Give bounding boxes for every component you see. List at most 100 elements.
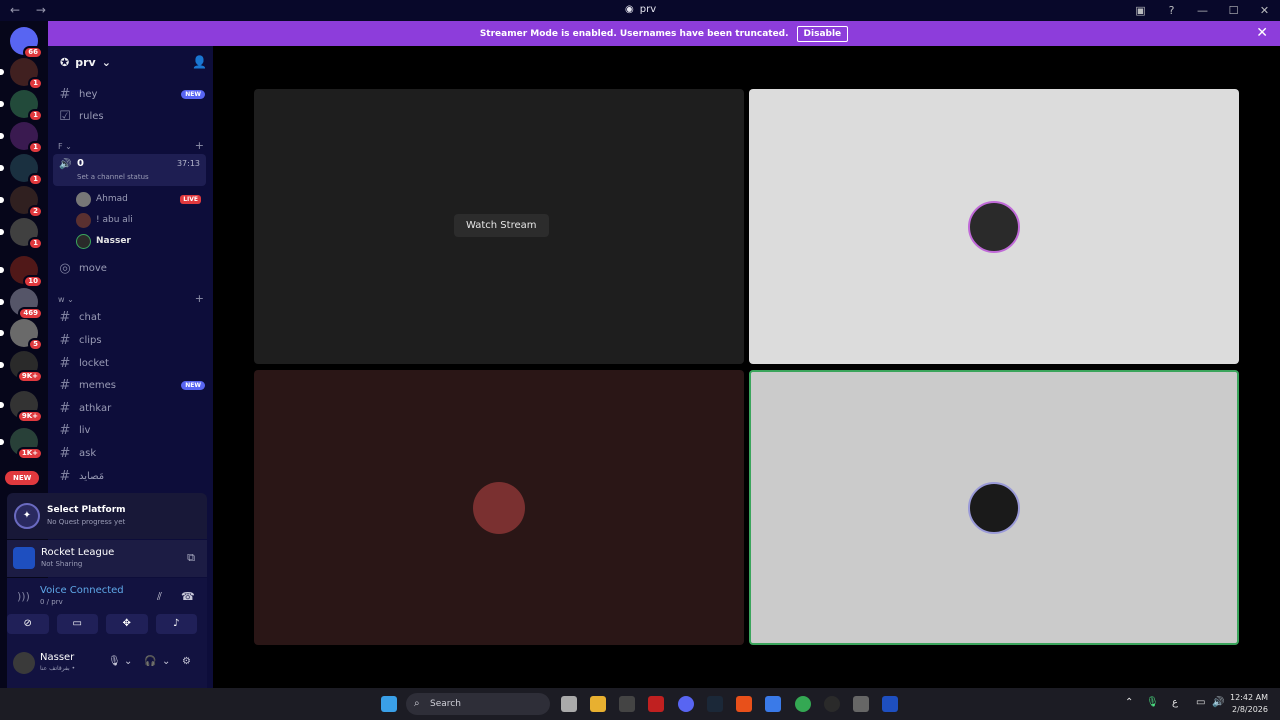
participant-tile-speaking[interactable] bbox=[749, 370, 1239, 645]
search-icon: ⌕ bbox=[414, 698, 420, 709]
close-button[interactable]: ✕ bbox=[1249, 4, 1280, 17]
hash-icon: # bbox=[59, 309, 71, 325]
channel-move[interactable]: ◎ move bbox=[56, 258, 208, 278]
volume-icon[interactable]: 🔊 bbox=[1212, 697, 1224, 708]
activity-panel[interactable]: Rocket League Not Sharing ⧉ bbox=[7, 540, 207, 577]
hash-icon: # bbox=[59, 445, 71, 461]
server-icon[interactable]: 1 bbox=[0, 218, 43, 250]
discord-icon: ◉ bbox=[625, 4, 634, 15]
signal-icon[interactable]: ))) bbox=[17, 590, 30, 603]
channel-status[interactable]: Set a channel status bbox=[77, 173, 149, 181]
minimize-button[interactable]: — bbox=[1187, 4, 1218, 17]
brave-icon[interactable] bbox=[736, 696, 752, 712]
channel-hey[interactable]: # hey NEW bbox=[56, 84, 208, 104]
channel-locket[interactable]: # locket bbox=[56, 353, 208, 373]
avatar bbox=[76, 233, 91, 249]
participant-tile[interactable] bbox=[254, 370, 744, 645]
network-icon[interactable]: ▭ bbox=[1196, 697, 1205, 708]
server-icon[interactable]: 10 bbox=[0, 256, 43, 288]
guild-header[interactable]: ✪ prv ⌄ 👤 bbox=[60, 55, 207, 69]
file-explorer-icon[interactable] bbox=[590, 696, 606, 712]
obs-icon[interactable] bbox=[824, 696, 840, 712]
rocket-league-icon[interactable] bbox=[882, 696, 898, 712]
rules-icon: ☑ bbox=[59, 108, 71, 124]
app-icon[interactable] bbox=[619, 696, 635, 712]
participant-tile[interactable] bbox=[749, 89, 1239, 364]
app-icon[interactable] bbox=[853, 696, 869, 712]
voice-member[interactable]: Nasser bbox=[76, 231, 206, 251]
task-view-icon[interactable] bbox=[561, 696, 577, 712]
help-icon[interactable]: ? bbox=[1156, 4, 1187, 17]
disconnect-icon[interactable]: ☎ bbox=[181, 590, 195, 603]
voice-member[interactable]: Ahmad LIVE bbox=[76, 189, 206, 209]
voicemeeter-icon[interactable] bbox=[648, 696, 664, 712]
guild-icon: ✪ bbox=[60, 56, 70, 69]
system-clock[interactable]: 12:42 AM 2/8/2026 bbox=[1230, 692, 1268, 716]
chevron-down-icon[interactable]: ⌄ bbox=[162, 656, 170, 667]
create-channel-icon[interactable]: + bbox=[195, 292, 204, 305]
category-w[interactable]: w ⌄ + bbox=[58, 292, 208, 305]
headphones-icon[interactable]: 🎧 bbox=[144, 656, 156, 667]
server-icon[interactable]: 9K+ bbox=[0, 391, 43, 423]
chrome-icon[interactable] bbox=[795, 696, 811, 712]
inbox-icon[interactable]: ▣ bbox=[1125, 4, 1156, 17]
disable-button[interactable]: Disable bbox=[796, 25, 849, 42]
close-banner-icon[interactable]: ✕ bbox=[1256, 25, 1268, 41]
server-icon[interactable]: 1 bbox=[0, 122, 43, 154]
start-icon[interactable] bbox=[381, 696, 397, 712]
channel-masayed[interactable]: # مَصايد bbox=[56, 466, 208, 486]
channel-liv[interactable]: # liv bbox=[56, 420, 208, 440]
server-icon[interactable]: 1 bbox=[0, 154, 43, 186]
channel-clips[interactable]: # clips bbox=[56, 330, 208, 350]
category-f[interactable]: F ⌄ + bbox=[58, 139, 208, 152]
mic-tray-icon[interactable]: 🎙 bbox=[1146, 697, 1159, 708]
window-controls: ▣ ? — ☐ ✕ bbox=[1125, 0, 1280, 21]
chevron-down-icon[interactable]: ⌄ bbox=[124, 656, 132, 667]
server-icon[interactable]: 9K+ bbox=[0, 351, 43, 383]
voice-channel[interactable]: 🔊 0 37:13 Set a channel status bbox=[53, 154, 206, 186]
tray-chevron-icon[interactable]: ⌃ bbox=[1125, 697, 1133, 708]
channel-ask[interactable]: # ask bbox=[56, 443, 208, 463]
new-unreads-pill[interactable]: NEW bbox=[5, 471, 40, 485]
voice-member[interactable]: ! abu ali bbox=[76, 210, 206, 230]
server-icon[interactable]: 1 bbox=[0, 58, 43, 90]
quest-card[interactable]: ✦ Select Platform No Quest progress yet bbox=[7, 493, 207, 539]
microphone-icon[interactable]: 🎙 bbox=[108, 656, 121, 667]
channel-rules[interactable]: ☑ rules bbox=[56, 106, 208, 126]
channel-athkar[interactable]: # athkar bbox=[56, 398, 208, 418]
rocket-league-icon bbox=[13, 547, 35, 569]
screen-share-button[interactable]: ▭ bbox=[56, 614, 98, 634]
server-icon[interactable]: 1K+ bbox=[0, 428, 43, 460]
server-icon[interactable]: 469 bbox=[0, 288, 43, 320]
share-screen-icon[interactable]: ⧉ bbox=[187, 551, 195, 565]
watch-stream-button[interactable]: Watch Stream bbox=[454, 214, 549, 237]
maximize-button[interactable]: ☐ bbox=[1218, 4, 1249, 17]
server-icon[interactable]: 1 bbox=[0, 90, 43, 122]
taskbar-search[interactable]: ⌕ Search bbox=[406, 693, 550, 715]
avatar bbox=[76, 191, 91, 207]
app-icon[interactable] bbox=[765, 696, 781, 712]
banner-text: Streamer Mode is enabled. Usernames have… bbox=[479, 28, 789, 39]
steam-icon[interactable] bbox=[707, 696, 723, 712]
invite-people-icon[interactable]: 👤 bbox=[192, 55, 207, 69]
server-icon[interactable]: 2 bbox=[0, 186, 43, 218]
home-button[interactable]: 66 bbox=[10, 27, 43, 59]
channel-chat[interactable]: # chat bbox=[56, 307, 208, 327]
avatar[interactable] bbox=[13, 652, 35, 674]
server-icon[interactable]: 5 bbox=[0, 319, 43, 351]
streamer-mode-banner: Streamer Mode is enabled. Usernames have… bbox=[48, 21, 1280, 46]
participant-avatar bbox=[968, 482, 1020, 534]
stream-tile[interactable]: Watch Stream bbox=[254, 89, 744, 364]
soundboard-button[interactable]: ♪ bbox=[155, 614, 197, 634]
user-panel: Nasser بفرقاتف عنا • 🎙 ⌄ 🎧 ⌄ ⚙ bbox=[7, 646, 207, 682]
nav-arrows[interactable]: ← → bbox=[10, 3, 52, 17]
activities-button[interactable]: ✥ bbox=[106, 614, 148, 634]
camera-off-button[interactable]: ⊘ bbox=[7, 614, 49, 634]
discord-icon[interactable] bbox=[678, 696, 694, 712]
settings-gear-icon[interactable]: ⚙ bbox=[182, 656, 191, 667]
channel-memes[interactable]: # memes NEW bbox=[56, 375, 208, 395]
noise-suppression-icon[interactable]: ⫽ bbox=[157, 590, 162, 604]
hash-icon: # bbox=[59, 422, 71, 438]
input-language[interactable]: ع bbox=[1172, 697, 1178, 708]
create-channel-icon[interactable]: + bbox=[195, 139, 204, 152]
